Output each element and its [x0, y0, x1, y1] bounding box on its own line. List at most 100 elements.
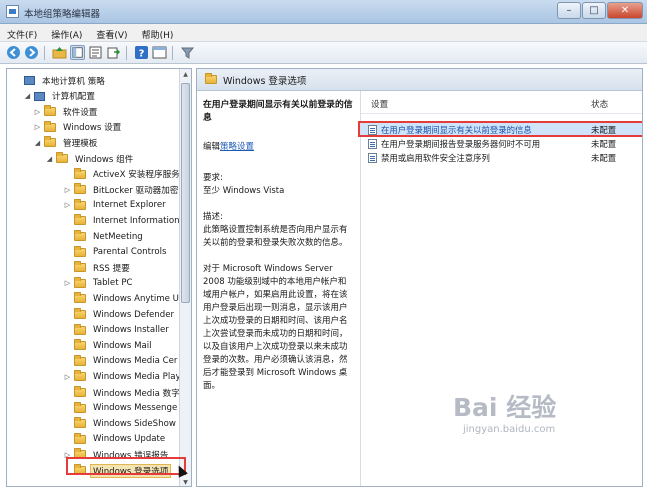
expanded-arrow-icon[interactable]: ◢ [33, 139, 42, 147]
collapsed-arrow-icon[interactable]: ▷ [63, 201, 72, 209]
tree-item[interactable]: ◢ 计算机配置 [23, 89, 98, 104]
forward-arrow-icon[interactable] [24, 45, 39, 60]
tree-item[interactable]: Parental Controls [63, 245, 169, 260]
folder-icon [74, 198, 86, 210]
tree-item[interactable]: ▷ Windows 错误报告 [63, 447, 171, 462]
maximize-button[interactable]: □ [582, 2, 606, 19]
svg-text:?: ? [139, 49, 145, 60]
folder-icon [74, 401, 86, 413]
column-header-status[interactable]: 状态 [591, 98, 642, 113]
edit-policy-link[interactable]: 策略设置 [220, 142, 254, 152]
collapsed-arrow-icon[interactable]: ▷ [63, 451, 72, 459]
scroll-down-icon[interactable]: ▼ [180, 477, 191, 486]
tree-item[interactable]: Windows Media 数字 [63, 385, 183, 400]
expanded-arrow-icon[interactable]: ◢ [23, 92, 32, 100]
collapsed-arrow-icon[interactable]: ▷ [33, 123, 42, 131]
tree-item-label: Windows Installer [93, 325, 169, 336]
properties-icon[interactable] [88, 45, 103, 60]
collapsed-arrow-icon[interactable]: ▷ [33, 108, 42, 116]
tree-item[interactable]: ▷ Tablet PC [63, 276, 136, 291]
content-pane: Windows 登录选项 在用户登录期间显示有关以前登录的信息 编辑策略设置 要… [196, 68, 643, 487]
policy-setting-name: 在用户登录期间报告登录服务器何时不可用 [381, 139, 541, 149]
tree-item[interactable]: ▷ Windows 设置 [33, 120, 124, 135]
policy-row[interactable]: 在用户登录期间显示有关以前登录的信息 未配置 [361, 123, 642, 137]
close-button[interactable]: ✕ [607, 2, 643, 19]
minimize-button[interactable]: – [557, 2, 581, 19]
tree-item-label: Windows Messenge [93, 403, 178, 414]
policy-status: 未配置 [591, 139, 617, 149]
tree-item-label: Internet Information [93, 215, 180, 226]
folder-icon [74, 261, 86, 273]
tree-item[interactable]: ▷ BitLocker 驱动器加密 [63, 182, 181, 197]
tree-item-label: 计算机配置 [52, 92, 95, 103]
tree-item[interactable]: ActiveX 安装程序服务 [63, 167, 183, 182]
filter-icon[interactable] [180, 45, 195, 60]
collapsed-arrow-icon[interactable]: ▷ [63, 186, 72, 194]
tree-item[interactable]: Windows Media Cer [63, 354, 180, 369]
back-arrow-icon[interactable] [6, 45, 21, 60]
policy-icon [368, 139, 377, 149]
tree-item-label: ActiveX 安装程序服务 [93, 170, 180, 181]
menu-file[interactable]: 文件(F) [0, 24, 44, 41]
list-header: 设置 状态 [361, 98, 642, 114]
tree-item-label: Tablet PC [93, 278, 133, 289]
scroll-up-icon[interactable]: ▲ [180, 69, 191, 80]
help-icon[interactable]: ? [134, 45, 149, 60]
folder-icon [74, 432, 86, 444]
policy-tree: 本地计算机 策略 ◢ 计算机配置 ▷ 软件设置 ▷ Windows 设置 ◢ 管理模板 ◢ Wind… [6, 68, 192, 487]
policy-setting-cell: 在用户登录期间显示有关以前登录的信息 [361, 124, 591, 136]
tree-item-label: Windows SideShow [93, 418, 176, 429]
tree-item-label: Windows 设置 [63, 123, 122, 134]
tree-item[interactable]: ▷ Internet Explorer [63, 198, 169, 213]
settings-list: 设置 状态 在用户登录期间显示有关以前登录的信息 未配置 在用户登录期间报告登录服务… [358, 91, 642, 486]
tree-item[interactable]: Windows Mail [63, 338, 155, 353]
toolbar: ? [0, 42, 647, 64]
tree-scrollbar[interactable]: ▲ ▼ [179, 69, 191, 486]
tree-item[interactable]: ◢ Windows 组件 [45, 151, 136, 166]
folder-icon [74, 292, 86, 304]
collapsed-arrow-icon[interactable]: ▷ [63, 373, 72, 381]
folder-icon [44, 136, 56, 148]
menu-action[interactable]: 操作(A) [44, 24, 89, 41]
tree-item[interactable]: Windows Anytime U [63, 291, 182, 306]
policy-row[interactable]: 在用户登录期间报告登录服务器何时不可用 未配置 [361, 137, 642, 151]
policy-setting-cell: 在用户登录期间报告登录服务器何时不可用 [361, 138, 591, 150]
folder-icon [74, 354, 86, 366]
tree-item[interactable]: ▷ Windows Media Play [63, 369, 184, 384]
folder-icon [44, 120, 56, 132]
tree-item[interactable]: Windows Update [63, 432, 168, 447]
toolbar-separator [126, 46, 127, 60]
policy-setting-cell: 禁用或启用软件安全注意序列 [361, 152, 591, 164]
tree-item[interactable]: 本地计算机 策略 [13, 73, 108, 88]
tree-item-label: 软件设置 [63, 107, 98, 118]
tree-item[interactable]: Internet Information [63, 213, 183, 228]
tree-item[interactable]: ▷ 软件设置 [33, 104, 100, 119]
show-hide-tree-icon[interactable] [70, 45, 85, 60]
up-folder-icon[interactable] [52, 45, 67, 60]
tree-item[interactable]: Windows 登录选项 [63, 463, 172, 478]
tree-item-label: 本地计算机 策略 [42, 76, 105, 87]
tree-item-label: NetMeeting [93, 231, 143, 242]
collapsed-arrow-icon[interactable]: ▷ [63, 279, 72, 287]
tree-item[interactable]: Windows Defender [63, 307, 177, 322]
tree-item-label: Parental Controls [93, 247, 167, 258]
export-list-icon[interactable] [106, 45, 121, 60]
folder-icon [74, 386, 86, 397]
menu-view[interactable]: 查看(V) [89, 24, 134, 41]
menu-help[interactable]: 帮助(H) [135, 24, 181, 41]
expanded-arrow-icon[interactable]: ◢ [45, 155, 54, 163]
column-header-setting[interactable]: 设置 [361, 98, 591, 113]
tree-item[interactable]: RSS 提要 [63, 260, 133, 275]
tree-item[interactable]: Windows Installer [63, 323, 172, 338]
policy-row[interactable]: 禁用或启用软件安全注意序列 未配置 [361, 151, 642, 165]
scrollbar-thumb[interactable] [181, 83, 190, 303]
description-panel: 在用户登录期间显示有关以前登录的信息 编辑策略设置 要求: 至少 Windows… [197, 91, 359, 486]
app-icon [6, 5, 19, 18]
tree-item[interactable]: Windows SideShow [63, 416, 179, 431]
description-label: 描述: [203, 212, 223, 222]
tree-item[interactable]: ◢ 管理模板 [33, 135, 100, 150]
tree-item[interactable]: NetMeeting [63, 229, 146, 244]
folder-icon [74, 276, 86, 288]
tree-item[interactable]: Windows Messenge [63, 401, 180, 416]
extended-view-icon[interactable] [152, 45, 167, 60]
